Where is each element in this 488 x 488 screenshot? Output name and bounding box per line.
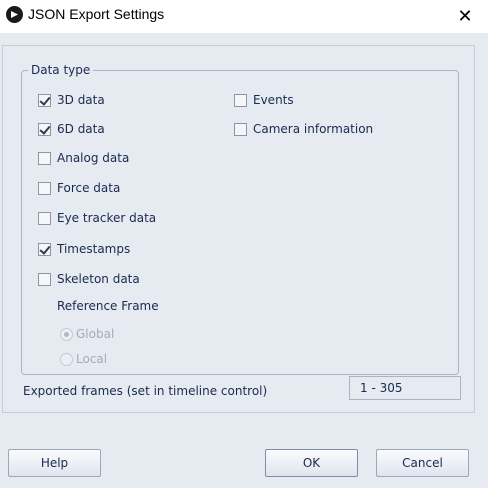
checkbox-skeleton-data[interactable]: Skeleton data <box>38 270 140 288</box>
ok-button[interactable]: OK <box>265 449 358 477</box>
checkbox-6d-data[interactable]: 6D data <box>38 120 105 138</box>
exported-frames-field: 1 - 305 <box>349 376 461 400</box>
cancel-button[interactable]: Cancel <box>376 449 469 477</box>
checkbox-analog-data[interactable]: Analog data <box>38 149 129 167</box>
checkbox-timestamps[interactable]: Timestamps <box>38 240 130 258</box>
checkbox-box[interactable] <box>38 181 51 195</box>
radio-global[interactable]: Global <box>60 325 114 343</box>
exported-frames-label: Exported frames (set in timeline control… <box>23 384 268 398</box>
checkbox-box[interactable] <box>38 151 51 165</box>
close-icon: ✕ <box>457 6 473 27</box>
data-type-legend: Data type <box>28 63 94 77</box>
checkbox-force-data[interactable]: Force data <box>38 179 120 197</box>
checkbox-3d-data[interactable]: 3D data <box>38 91 105 109</box>
checkbox-box[interactable] <box>38 242 51 256</box>
checkbox-label: 3D data <box>57 93 105 107</box>
dialog-title: JSON Export Settings <box>28 6 165 22</box>
checkbox-box[interactable] <box>38 122 51 136</box>
checkbox-box[interactable] <box>234 93 247 107</box>
checkbox-box[interactable] <box>38 272 51 286</box>
checkbox-box[interactable] <box>234 122 247 136</box>
json-export-dialog: JSON Export Settings ✕ Data type 3D data… <box>0 0 488 488</box>
checkbox-box[interactable] <box>38 93 51 107</box>
checkbox-label: Skeleton data <box>57 272 140 286</box>
checkbox-label: Events <box>253 93 294 107</box>
title-bar: JSON Export Settings ✕ <box>0 0 488 33</box>
app-logo-icon <box>6 6 23 23</box>
checkbox-label: Analog data <box>57 151 130 165</box>
radio-local[interactable]: Local <box>60 350 107 368</box>
close-button[interactable]: ✕ <box>442 0 488 33</box>
checkbox-label: 6D data <box>57 122 105 136</box>
checkbox-box[interactable] <box>38 211 51 225</box>
radio-label: Global <box>76 327 115 341</box>
reference-frame-label: Reference Frame <box>57 299 159 313</box>
checkbox-eye-tracker-data[interactable]: Eye tracker data <box>38 209 156 227</box>
checkbox-label: Camera information <box>253 122 374 136</box>
checkbox-camera-information[interactable]: Camera information <box>234 120 373 138</box>
radio-label: Local <box>76 352 108 366</box>
help-button[interactable]: Help <box>8 449 101 477</box>
checkbox-label: Force data <box>57 181 121 195</box>
checkbox-label: Timestamps <box>57 242 131 256</box>
radio-button[interactable] <box>60 327 73 341</box>
checkbox-events[interactable]: Events <box>234 91 294 109</box>
checkbox-label: Eye tracker data <box>57 211 157 225</box>
radio-button[interactable] <box>60 352 73 366</box>
